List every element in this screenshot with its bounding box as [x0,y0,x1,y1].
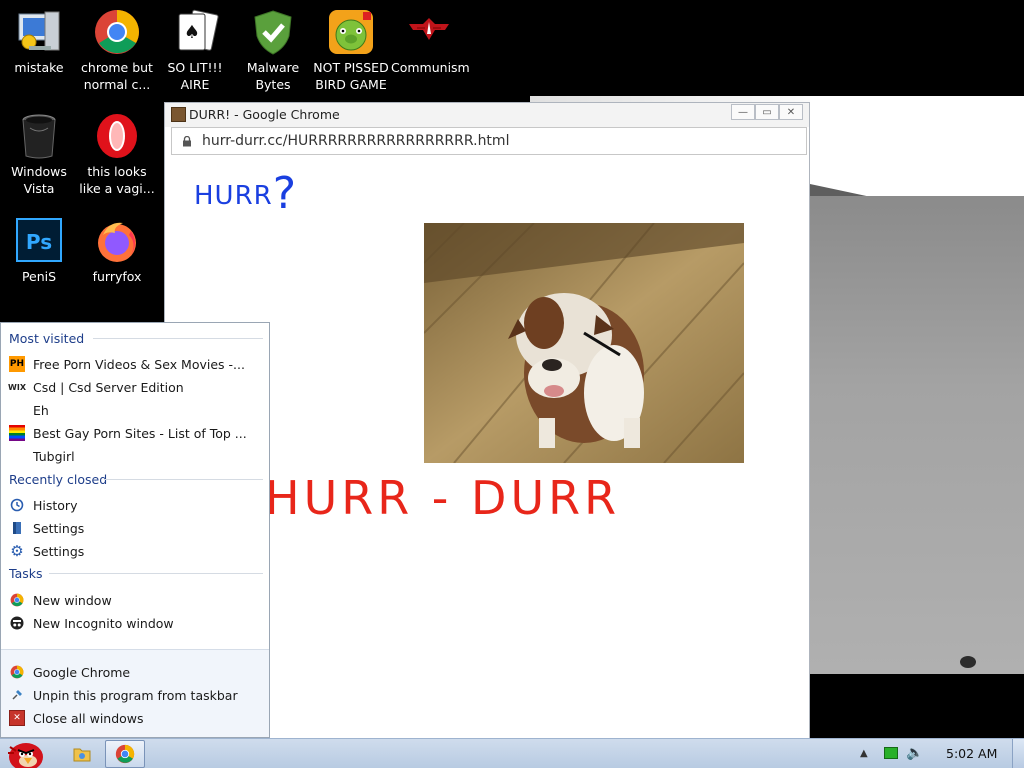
desktop-icon-solitaire[interactable]: ♠ SO LIT!!! AIRE [157,8,233,93]
jump-item-most-visited[interactable]: Best Gay Porn Sites - List of Top ... [9,423,247,443]
taskbar-jump-list[interactable]: Most visited PH Free Porn Videos & Sex M… [0,322,270,738]
history-icon [9,497,25,513]
heading-question-mark: ? [272,168,298,219]
communism-emblem-icon [405,8,453,56]
jump-item-most-visited[interactable]: WIX Csd | Csd Server Edition [8,377,184,397]
chrome-icon [115,744,135,764]
jump-item-new-incognito[interactable]: New Incognito window [9,613,174,633]
jump-item-history[interactable]: History [9,495,77,515]
wallpaper-photo [810,96,1024,674]
svg-text:♠: ♠ [184,22,200,43]
chrome-icon [9,664,25,680]
pin-icon [9,687,25,703]
close-window-button[interactable]: ✕ [779,104,803,120]
desktop-icon-mistake[interactable]: mistake [1,8,77,76]
mistake-computer-icon [15,8,63,56]
show-hidden-icons-arrow-icon[interactable]: ▲ [860,748,868,759]
chrome-icon [9,592,25,608]
desktop-icon-photoshop[interactable]: Ps PeniS [1,217,77,285]
blank-favicon-icon [9,448,25,464]
chrome-icon [93,8,141,56]
blank-favicon-icon [9,402,25,418]
maximize-icon: ▭ [762,106,772,118]
desktop-icon-chrome[interactable]: chrome but normal c... [79,8,155,93]
solitaire-cards-icon: ♠ [171,8,219,56]
close-icon: ✕ [786,106,796,118]
folder-icon [73,748,91,762]
bulldog-image [424,223,744,463]
gear-icon: ⚙ [10,542,24,560]
address-bar[interactable]: hurr-durr.cc/HURRRRRRRRRRRRRRRRR.html [171,127,807,155]
lock-icon [183,136,191,147]
jump-item-most-visited[interactable]: Tubgirl [9,446,75,466]
jump-list-footer: Google Chrome Unpin this program from ta… [1,649,269,737]
url-text[interactable]: hurr-durr.cc/HURRRRRRRRRRRRRRRRR.html [202,133,509,149]
taskbar: ▲ 🔈 5:02 AM [0,738,1024,768]
desktop-icon-opera[interactable]: this looks like a vagi... [79,112,155,197]
jump-item-close-all[interactable]: ✕ Close all windows [9,708,144,728]
minimize-icon: — [738,106,748,118]
desktop-icon-firefox[interactable]: furryfox [79,217,155,285]
opera-icon [93,112,141,160]
angry-bird-start-icon [8,743,43,768]
jump-item-settings[interactable]: Settings [9,518,84,538]
wix-favicon-icon: WIX [8,382,26,392]
section-recently-closed: Recently closed [9,472,108,487]
taskbar-explorer-button[interactable] [66,740,98,768]
desktop-icon-malwarebytes[interactable]: Malware Bytes [235,8,311,93]
heading-text: HURR [194,181,273,211]
jump-item-most-visited[interactable]: Eh [9,400,49,420]
desktop-icon-recycle-bin[interactable]: Windows Vista [1,112,77,197]
incognito-icon [9,615,25,631]
jump-item-google-chrome[interactable]: Google Chrome [9,662,130,682]
jump-item-most-visited[interactable]: PH Free Porn Videos & Sex Movies -... [9,354,245,374]
rainbow-flag-icon [9,425,25,441]
trash-bin-icon [15,112,63,160]
section-most-visited: Most visited [9,331,85,346]
page-heading: HURR? [194,164,297,219]
svg-text:Ps: Ps [26,230,52,254]
jump-item-unpin[interactable]: Unpin this program from taskbar [9,685,238,705]
jump-item-new-window[interactable]: New window [9,590,112,610]
desktop-icon-bird-game[interactable]: NOT PISSED BIRD GAME [313,8,389,93]
taskbar-chrome-button[interactable] [105,740,145,768]
volume-icon[interactable]: 🔈 [906,745,923,761]
window-titlebar[interactable]: DURR! - Google Chrome — ▭ ✕ [165,103,809,127]
maximize-button[interactable]: ▭ [755,104,779,120]
network-icon[interactable] [884,747,898,759]
pornhub-favicon-icon: PH [9,356,25,372]
section-tasks: Tasks [9,566,43,581]
photoshop-icon: Ps [15,217,63,265]
minimize-button[interactable]: — [731,104,755,120]
angry-bird-pig-icon [327,8,375,56]
jump-item-settings[interactable]: ⚙ Settings [9,541,84,561]
show-desktop-button[interactable] [1012,739,1024,768]
desktop-icon-communism[interactable]: Communism [391,8,470,76]
hurr-durr-banner: HURR - DURR [265,471,621,525]
start-button[interactable] [0,740,50,768]
shield-check-icon [249,8,297,56]
close-icon: ✕ [9,710,25,726]
taskbar-clock[interactable]: 5:02 AM [946,746,997,761]
firefox-icon [93,217,141,265]
settings-page-icon [9,520,25,536]
page-favicon-icon [171,107,186,122]
window-title: DURR! - Google Chrome [189,107,340,122]
